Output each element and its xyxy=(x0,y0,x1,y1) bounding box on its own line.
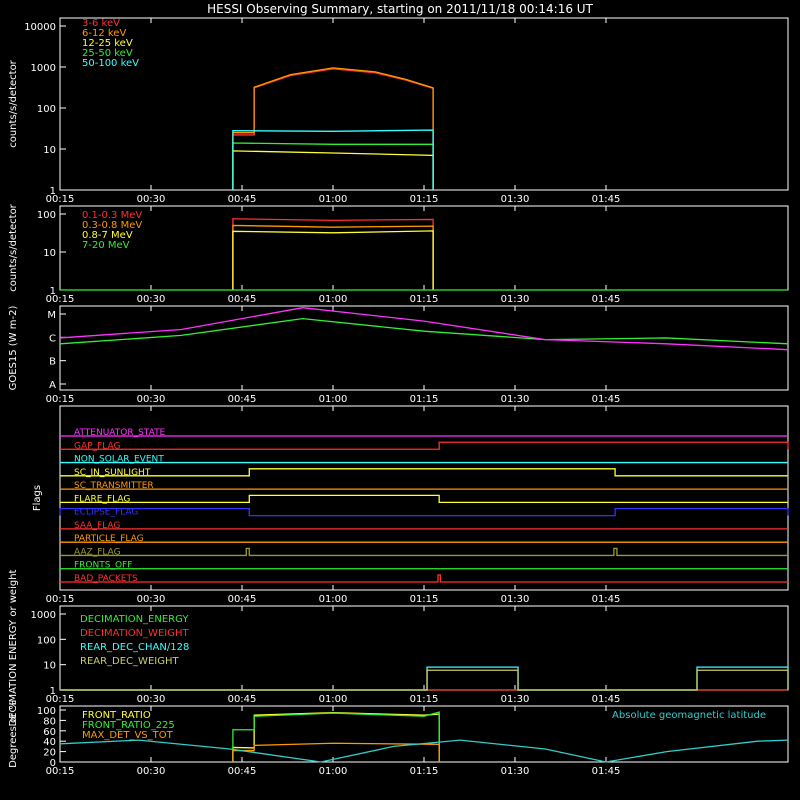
x-tick-label: 00:30 xyxy=(137,194,166,205)
y-tick-label: 100 xyxy=(37,210,56,221)
y-tick-label: 10 xyxy=(43,248,56,259)
y-tick-label: 0 xyxy=(50,758,56,769)
legend-entry: 50-100 keV xyxy=(82,58,139,69)
x-tick-label: 01:30 xyxy=(501,294,530,305)
x-tick-label: 01:30 xyxy=(501,394,530,405)
x-tick-label: 00:15 xyxy=(46,594,75,605)
y-tick-label: 10000 xyxy=(24,22,56,33)
y-tick-label: 1 xyxy=(50,186,56,197)
y-tick-label: 10 xyxy=(43,661,56,672)
x-tick-label: 01:15 xyxy=(410,294,439,305)
x-tick-label: 01:30 xyxy=(501,766,530,777)
x-tick-label: 01:15 xyxy=(410,394,439,405)
y-axis-label: Flags xyxy=(32,485,43,511)
x-tick-label: 01:15 xyxy=(410,766,439,777)
x-tick-label: 00:15 xyxy=(46,394,75,405)
x-tick-label: 00:30 xyxy=(137,294,166,305)
observing-summary-chart: HESSI Observing Summary, starting on 201… xyxy=(0,0,800,800)
x-tick-label: 01:45 xyxy=(592,294,621,305)
x-tick-label: 01:45 xyxy=(592,694,621,705)
x-tick-label: 00:45 xyxy=(228,694,257,705)
x-tick-label: 01:00 xyxy=(319,766,348,777)
y-tick-label: 40 xyxy=(43,737,56,748)
y-tick-label: 60 xyxy=(43,727,56,738)
y-tick-label: 1000 xyxy=(31,63,56,74)
legend-entry: MAX_DET_VS_TOT xyxy=(82,730,174,741)
y-axis-label: GOES15 (W m-2) xyxy=(8,306,19,391)
y-tick-label: 100 xyxy=(37,104,56,115)
y-tick-label: 1 xyxy=(50,686,56,697)
legend-entry: REAR_DEC_WEIGHT xyxy=(80,656,179,667)
x-tick-label: 00:45 xyxy=(228,194,257,205)
y-tick-label: 10 xyxy=(43,145,56,156)
x-tick-label: 01:00 xyxy=(319,294,348,305)
x-tick-label: 00:45 xyxy=(228,766,257,777)
y-tick-label: 80 xyxy=(43,716,56,727)
y-tick-label: 100 xyxy=(37,635,56,646)
legend-entry: 7-20 MeV xyxy=(82,240,130,251)
x-tick-label: 00:30 xyxy=(137,766,166,777)
x-tick-label: 01:00 xyxy=(319,394,348,405)
annotation: Absolute geomagnetic latitude xyxy=(612,710,766,721)
x-tick-label: 01:00 xyxy=(319,694,348,705)
y-tick-label: C xyxy=(49,333,56,344)
x-tick-label: 01:45 xyxy=(592,194,621,205)
y-tick-label: M xyxy=(47,310,56,321)
y-tick-label: 100 xyxy=(37,706,56,717)
x-tick-label: 01:15 xyxy=(410,694,439,705)
y-axis-label: counts/s/detector xyxy=(8,59,19,147)
y-tick-label: A xyxy=(49,380,56,391)
y-tick-label: 20 xyxy=(43,748,56,759)
x-tick-label: 00:30 xyxy=(137,694,166,705)
background xyxy=(0,0,800,800)
legend-entry: DECIMATION_WEIGHT xyxy=(80,628,189,639)
x-tick-label: 01:30 xyxy=(501,594,530,605)
legend-entry: REAR_DEC_CHAN/128 xyxy=(80,642,189,653)
x-tick-label: 01:45 xyxy=(592,594,621,605)
legend-entry: DECIMATION_ENERGY xyxy=(80,614,189,625)
x-tick-label: 01:45 xyxy=(592,766,621,777)
x-tick-label: 01:30 xyxy=(501,194,530,205)
y-axis-label: counts/s/detector xyxy=(8,203,19,291)
x-tick-label: 01:00 xyxy=(319,194,348,205)
y-tick-label: 1000 xyxy=(31,610,56,621)
x-tick-label: 01:30 xyxy=(501,694,530,705)
chart-title: HESSI Observing Summary, starting on 201… xyxy=(207,2,593,16)
x-tick-label: 01:15 xyxy=(410,594,439,605)
x-tick-label: 01:00 xyxy=(319,594,348,605)
x-tick-label: 00:30 xyxy=(137,594,166,605)
x-tick-label: 00:45 xyxy=(228,394,257,405)
x-tick-label: 01:15 xyxy=(410,194,439,205)
x-tick-label: 00:30 xyxy=(137,394,166,405)
x-tick-label: 00:45 xyxy=(228,294,257,305)
y-tick-label: B xyxy=(49,357,56,368)
x-tick-label: 00:45 xyxy=(228,594,257,605)
y-tick-label: 1 xyxy=(50,286,56,297)
y-axis-label: Degrees or % xyxy=(8,700,19,768)
x-tick-label: 01:45 xyxy=(592,394,621,405)
